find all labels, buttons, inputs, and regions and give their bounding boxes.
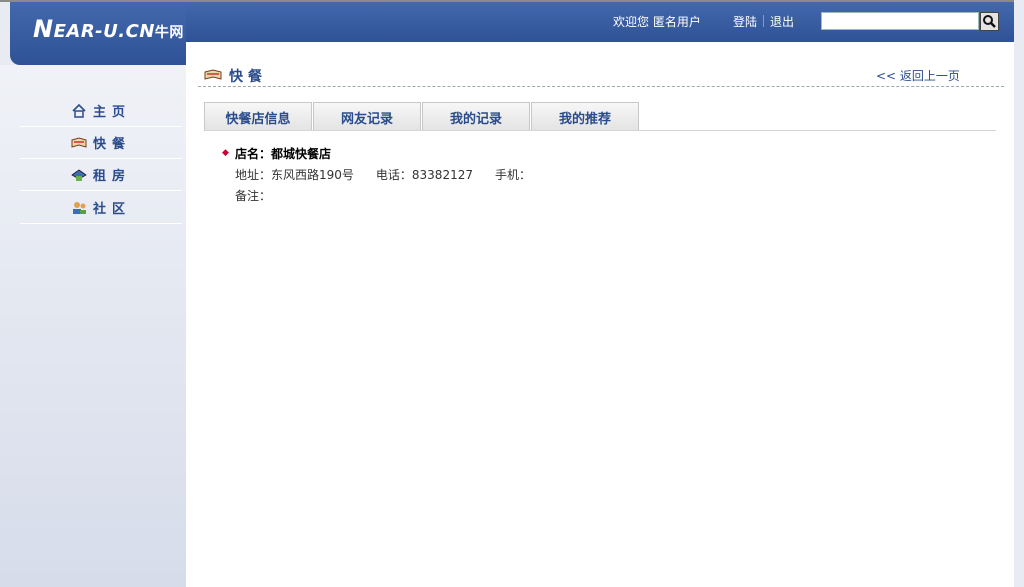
welcome-text: 欢迎您 匿名用户 (613, 15, 701, 29)
sidebar-item-rent[interactable]: 租房 (20, 159, 182, 191)
page-title: 快餐 (229, 69, 267, 85)
site-logo[interactable]: NEAR-U.CN牛网 (33, 15, 184, 43)
search-button[interactable] (980, 12, 999, 31)
sidebar-item-label: 快餐 (92, 137, 131, 152)
book-icon (204, 69, 222, 80)
tab-my-records[interactable]: 我的记录 (422, 102, 530, 131)
title-divider (198, 86, 1004, 87)
sidebar-item-home[interactable]: 主页 (20, 95, 182, 127)
right-margin (1014, 0, 1024, 587)
sidebar-item-label: 社区 (92, 202, 131, 217)
search-icon (983, 15, 996, 28)
search-input[interactable] (821, 12, 979, 30)
logo-cn-text: 牛网 (154, 25, 184, 41)
back-link[interactable]: << 返回上一页 (876, 67, 960, 84)
sidebar-item-fastfood[interactable]: 快餐 (20, 127, 182, 159)
sidebar-item-label: 租房 (92, 169, 131, 184)
shop-mobile: 手机： (495, 168, 532, 182)
shop-note: 备注： (235, 189, 272, 203)
tab-shop-info[interactable]: 快餐店信息 (204, 102, 312, 131)
house-icon (71, 169, 87, 181)
book-icon (71, 136, 87, 148)
sidebar-item-community[interactable]: 社区 (20, 192, 182, 224)
logo-text: EAR-U.CN (53, 21, 155, 42)
link-separator (763, 15, 765, 27)
shop-address: 地址：东风西路190号 (235, 168, 354, 182)
login-link[interactable]: 登陆 (733, 15, 757, 29)
sidebar-item-label: 主页 (92, 105, 131, 120)
user-links: 登陆 退出 (733, 13, 794, 30)
tab-my-recommendations[interactable]: 我的推荐 (531, 102, 639, 131)
shop-contact-row: 地址：东风西路190号 电话：83382127 手机： (235, 166, 553, 183)
logout-link[interactable]: 退出 (770, 15, 794, 29)
people-icon (72, 201, 86, 214)
shop-phone: 电话：83382127 (375, 168, 473, 182)
home-icon (72, 103, 86, 118)
tab-divider (204, 130, 996, 131)
logo-letter-n: N (33, 15, 54, 43)
bullet-icon: ◆ (222, 148, 229, 158)
tab-user-records[interactable]: 网友记录 (313, 102, 421, 131)
shop-name: 店名：都城快餐店 (235, 147, 332, 161)
